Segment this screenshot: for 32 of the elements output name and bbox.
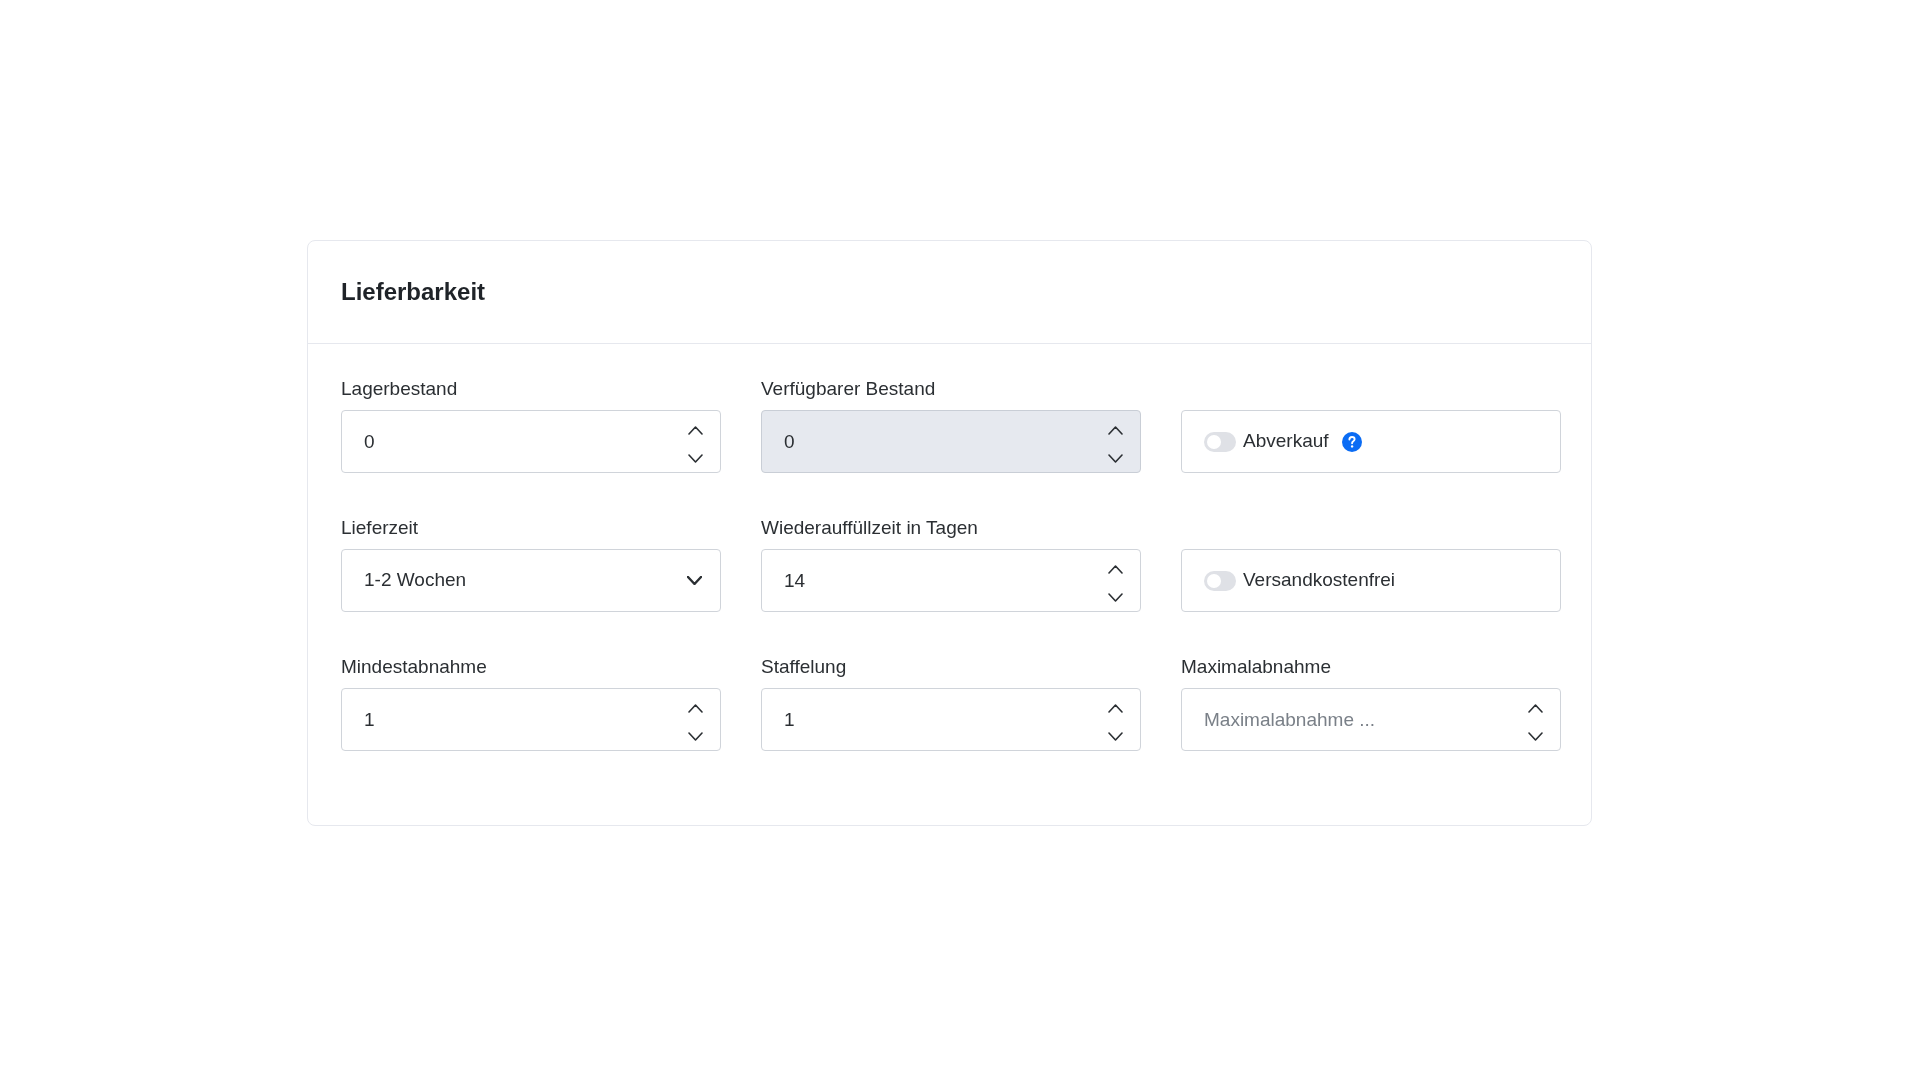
field-label: Wiederauffüllzeit in Tagen <box>761 517 979 539</box>
chevron-up-icon[interactable] <box>1108 565 1123 574</box>
number-input[interactable]: 14 <box>761 549 1141 612</box>
chevron-up-icon[interactable] <box>688 704 703 713</box>
number-input[interactable]: 1 <box>341 688 721 751</box>
chevron-up-icon[interactable] <box>1108 704 1123 713</box>
card-title: Lieferbarkeit <box>341 278 486 306</box>
chevron-up-icon[interactable] <box>1528 704 1543 713</box>
field-label: Maximalabnahme <box>1181 656 1332 678</box>
toggle-switch[interactable] <box>1204 570 1236 591</box>
chevron-down-icon[interactable] <box>1108 732 1123 741</box>
chevron-down-icon[interactable] <box>688 454 703 463</box>
number-input[interactable]: Maximalabnahme ... <box>1181 688 1561 751</box>
chevron-up-icon[interactable] <box>688 426 703 435</box>
dropdown[interactable]: 1-2 Wochen <box>341 549 721 612</box>
number-input[interactable]: 0 <box>341 410 721 473</box>
toggle-switch[interactable] <box>1204 431 1236 452</box>
field-label: Lieferzeit <box>341 517 420 539</box>
chevron-down-icon[interactable] <box>687 576 702 585</box>
chevron-up-icon[interactable] <box>1108 426 1123 435</box>
number-input[interactable]: 1 <box>761 688 1141 751</box>
field-label: Mindestabnahme <box>341 656 488 678</box>
field-label: Verfügbarer Bestand <box>761 378 937 400</box>
chevron-down-icon[interactable] <box>1108 454 1123 463</box>
chevron-down-icon[interactable] <box>1108 593 1123 602</box>
field-label: Staffelung <box>761 656 848 678</box>
toggle-label: Abverkauf <box>1243 429 1329 454</box>
chevron-down-icon[interactable] <box>1528 732 1543 741</box>
chevron-down-icon[interactable] <box>688 732 703 741</box>
toggle-label: Versandkostenfrei <box>1243 568 1396 593</box>
help-icon[interactable] <box>1341 431 1362 452</box>
field-label: Lagerbestand <box>341 378 459 400</box>
